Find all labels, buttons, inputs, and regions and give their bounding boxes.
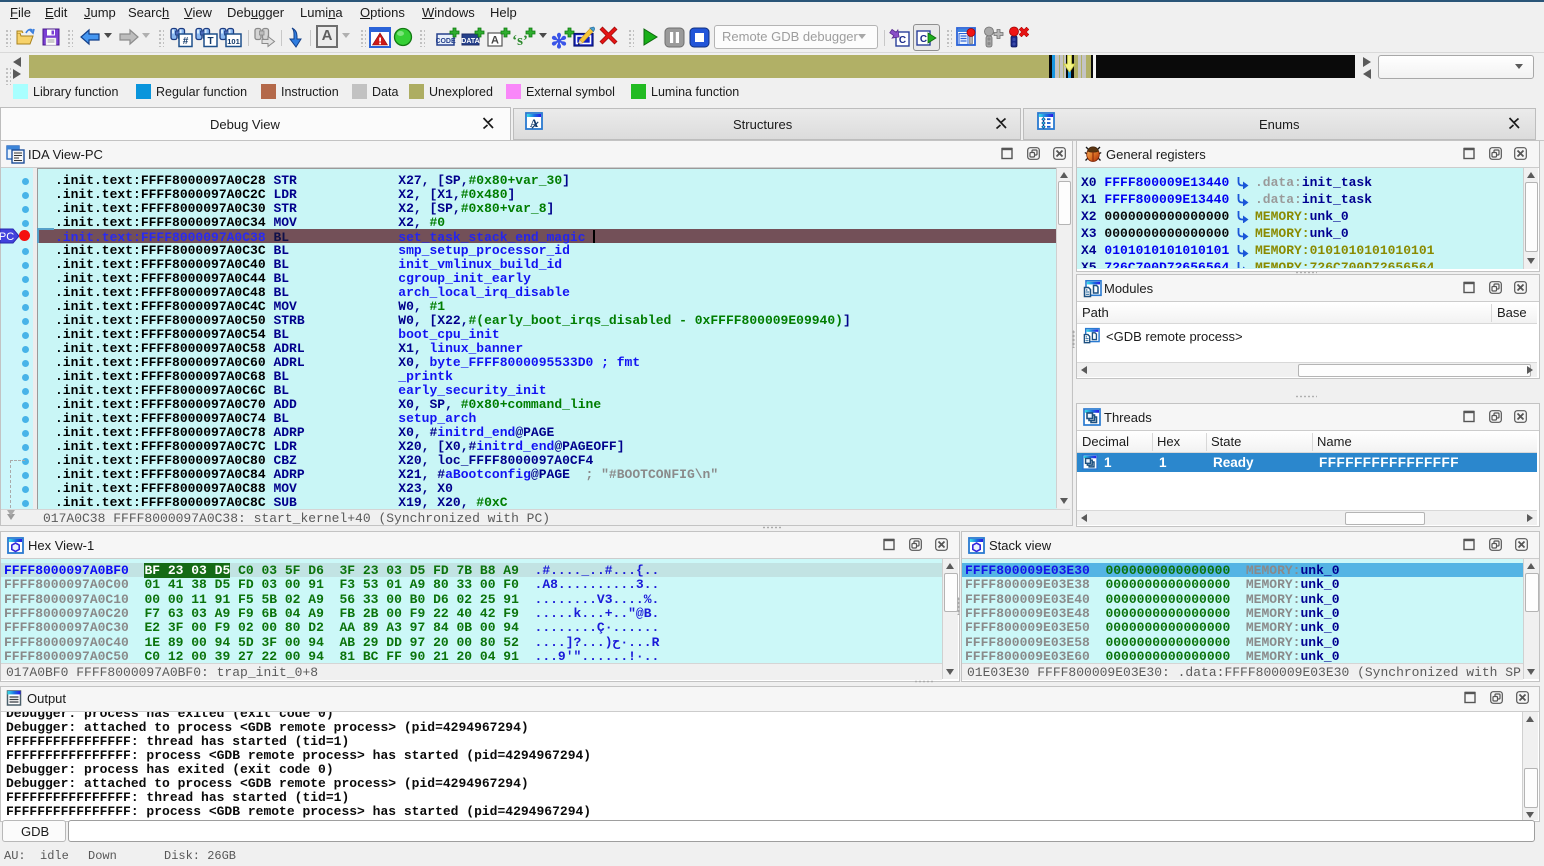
svg-text:101: 101 (227, 37, 240, 46)
svg-text:#: # (183, 36, 189, 47)
svg-text:PC: PC (0, 231, 14, 243)
svg-text:DATA: DATA (461, 38, 479, 45)
svg-text:C: C (899, 35, 906, 46)
svg-text:T: T (207, 36, 213, 47)
svg-text:CODE: CODE (436, 38, 456, 45)
svg-text:A: A (530, 118, 539, 130)
svg-text:‘s’: ‘s’ (512, 33, 528, 49)
svg-text:C: C (920, 34, 927, 45)
svg-text:A: A (491, 35, 499, 47)
